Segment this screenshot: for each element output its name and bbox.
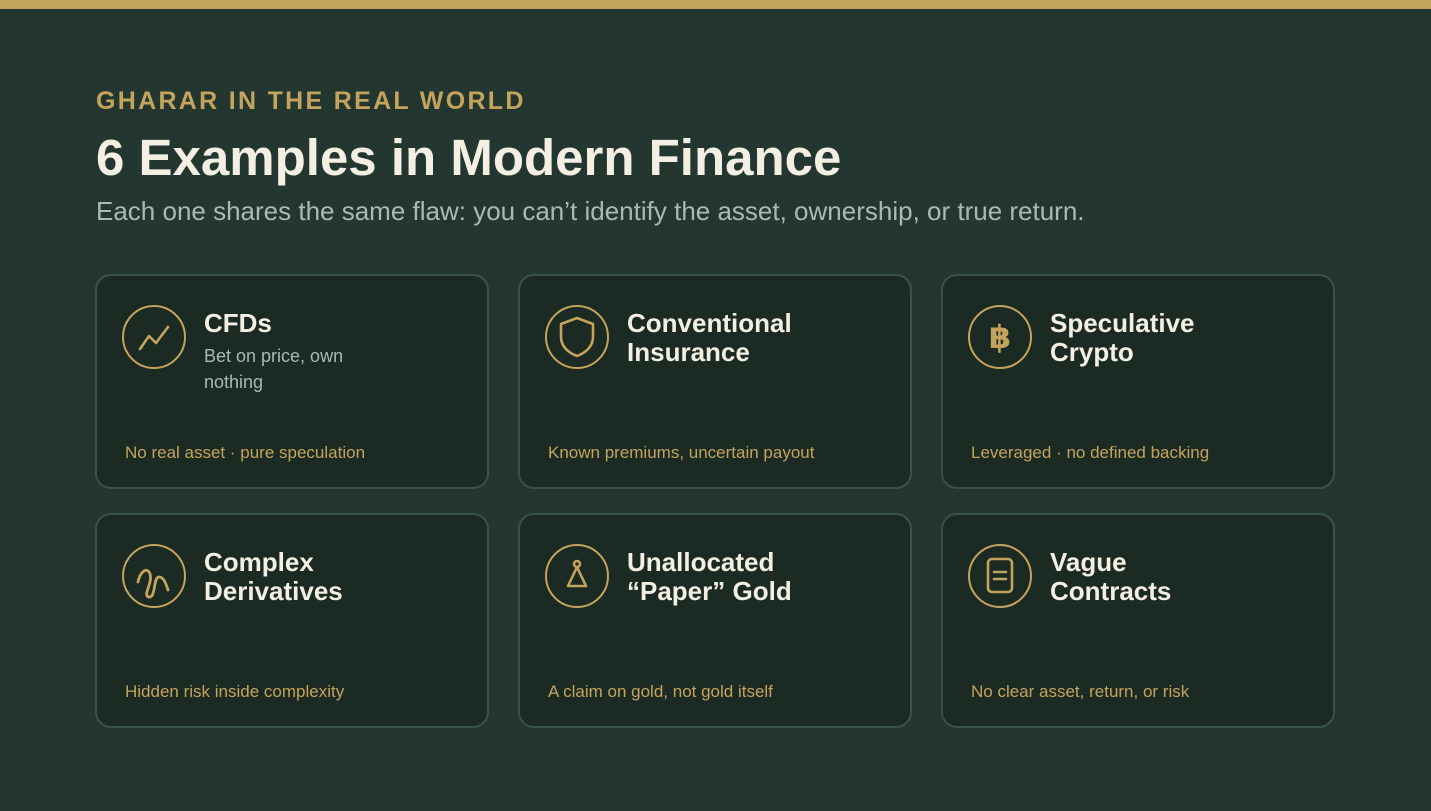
card-note: Hidden risk inside complexity	[125, 682, 345, 701]
trend-line-icon	[122, 305, 186, 369]
squiggle-icon	[122, 544, 186, 608]
shield-icon	[545, 305, 609, 369]
card-note: Known premiums, uncertain payout	[548, 443, 815, 462]
gold-tag-icon	[545, 544, 609, 608]
card-title: Vague Contracts	[1050, 547, 1172, 606]
card-title: Conventional Insurance	[627, 308, 792, 367]
card-vague-contracts: Vague Contracts No clear asset, return, …	[941, 513, 1335, 728]
card-complex-derivatives: Complex Derivatives Hidden risk inside c…	[95, 513, 489, 728]
bitcoin-icon: ฿	[968, 305, 1032, 369]
card-note: Leveraged · no defined backing	[971, 443, 1210, 462]
document-icon	[968, 544, 1032, 608]
header: GHARAR IN THE REAL WORLD 6 Examples in M…	[96, 86, 1336, 227]
card-title: CFDs	[204, 308, 272, 338]
top-accent-bar	[0, 0, 1431, 9]
examples-grid: CFDs Bet on price, own nothing No real a…	[95, 274, 1335, 728]
card-title: Complex Derivatives	[204, 547, 343, 606]
card-title: Speculative Crypto	[1050, 308, 1195, 367]
card-cfds: CFDs Bet on price, own nothing No real a…	[95, 274, 489, 489]
card-subtitle: Bet on price, own nothing	[204, 346, 344, 392]
svg-text:฿: ฿	[989, 318, 1011, 356]
card-speculative-crypto: ฿ Speculative Crypto Leveraged · no defi…	[941, 274, 1335, 489]
card-note: No real asset · pure speculation	[125, 443, 366, 462]
eyebrow-label: GHARAR IN THE REAL WORLD	[96, 87, 526, 115]
page-title: 6 Examples in Modern Finance	[96, 129, 842, 186]
card-conventional-insurance: Conventional Insurance Known premiums, u…	[518, 274, 912, 489]
card-note: A claim on gold, not gold itself	[548, 682, 773, 701]
page-subtitle: Each one shares the same flaw: you can’t…	[96, 196, 1085, 226]
card-note: No clear asset, return, or risk	[971, 682, 1190, 701]
card-unallocated-paper-gold: Unallocated “Paper” Gold A claim on gold…	[518, 513, 912, 728]
card-title: Unallocated “Paper” Gold	[627, 547, 792, 606]
